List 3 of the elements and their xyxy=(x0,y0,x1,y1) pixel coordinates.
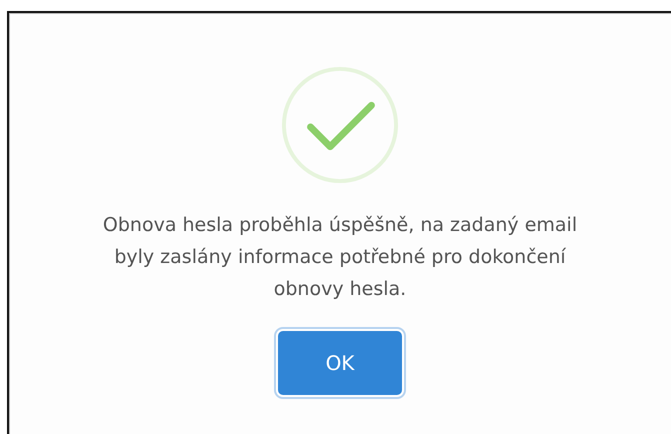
message-text: Obnova hesla proběhla úspěšně, na zadaný email byly zaslány informace potřebné pro dokončení obnovy hesla. xyxy=(102,213,578,302)
ok-button[interactable]: OK xyxy=(278,331,402,395)
check-icon xyxy=(281,66,399,184)
